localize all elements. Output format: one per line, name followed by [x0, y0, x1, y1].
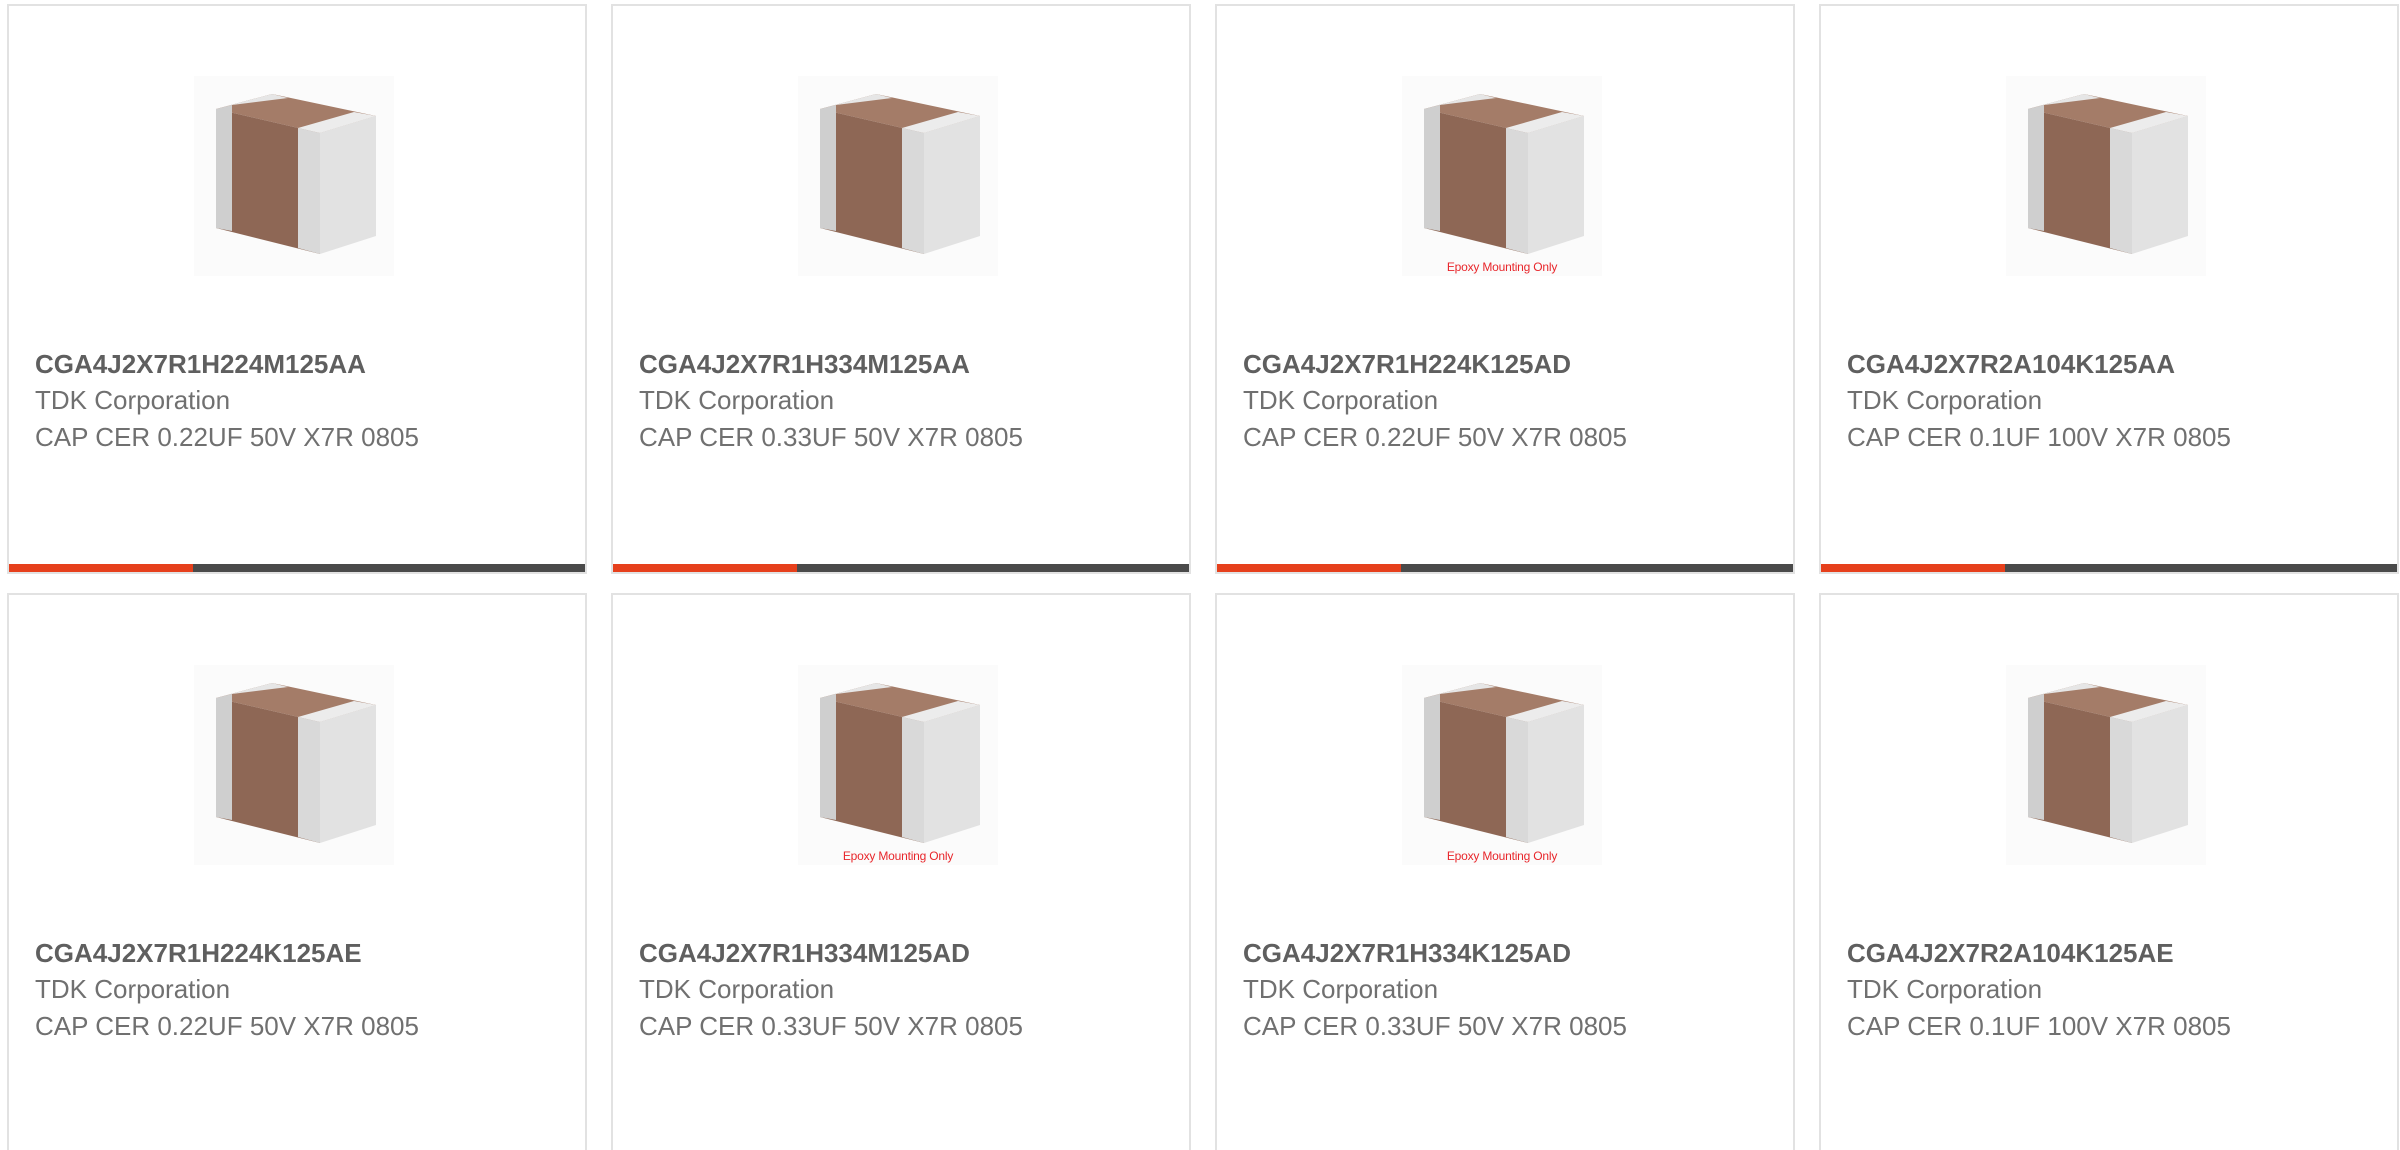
- capacitor-chip-icon: [216, 94, 376, 254]
- capacitor-chip-image[interactable]: Epoxy Mounting Only: [1402, 665, 1602, 865]
- capacitor-chip-image[interactable]: [798, 76, 998, 276]
- part-number-link[interactable]: CGA4J2X7R1H334M125AD: [639, 935, 1179, 971]
- capacitor-chip-icon: [820, 683, 980, 843]
- product-card[interactable]: CGA4J2X7R1H334M125AA TDK Corporation CAP…: [611, 4, 1191, 574]
- description: CAP CER 0.22UF 50V X7R 0805: [35, 422, 419, 452]
- product-card[interactable]: CGA4J2X7R2A104K125AA TDK Corporation CAP…: [1819, 4, 2399, 574]
- capacitor-chip-icon: [2028, 94, 2188, 254]
- part-number-link[interactable]: CGA4J2X7R1H224K125AD: [1243, 346, 1783, 382]
- capacitor-chip-image[interactable]: [2006, 76, 2206, 276]
- manufacturer: TDK Corporation: [1243, 385, 1439, 415]
- progress-bar: [1821, 564, 2397, 572]
- capacitor-chip-icon: [820, 94, 980, 254]
- capacitor-chip-icon: [2028, 683, 2188, 843]
- manufacturer: TDK Corporation: [639, 974, 835, 1004]
- capacitor-chip-icon: [1424, 683, 1584, 843]
- capacitor-chip-image[interactable]: [194, 665, 394, 865]
- progress-fill: [613, 564, 798, 572]
- manufacturer: TDK Corporation: [35, 974, 231, 1004]
- description: CAP CER 0.33UF 50V X7R 0805: [1243, 1011, 1627, 1041]
- manufacturer: TDK Corporation: [1847, 974, 2043, 1004]
- capacitor-chip-icon: [216, 683, 376, 843]
- image-caption: Epoxy Mounting Only: [1446, 260, 1558, 274]
- manufacturer: TDK Corporation: [1847, 385, 2043, 415]
- product-card[interactable]: CGA4J2X7R1H224M125AA TDK Corporation CAP…: [7, 4, 587, 574]
- progress-bar: [613, 564, 1189, 572]
- part-number-link[interactable]: CGA4J2X7R2A104K125AA: [1847, 346, 2387, 382]
- product-card[interactable]: Epoxy Mounting Only CGA4J2X7R1H224K125AD…: [1215, 4, 1795, 574]
- part-number-link[interactable]: CGA4J2X7R2A104K125AE: [1847, 935, 2387, 971]
- capacitor-chip-icon: [1424, 94, 1584, 254]
- description: CAP CER 0.33UF 50V X7R 0805: [639, 1011, 1023, 1041]
- manufacturer: TDK Corporation: [35, 385, 231, 415]
- progress-fill: [1821, 564, 2006, 572]
- capacitor-chip-image[interactable]: Epoxy Mounting Only: [798, 665, 998, 865]
- product-card[interactable]: CGA4J2X7R2A104K125AE TDK Corporation CAP…: [1819, 593, 2399, 1150]
- capacitor-chip-image[interactable]: [2006, 665, 2206, 865]
- description: CAP CER 0.33UF 50V X7R 0805: [639, 422, 1023, 452]
- manufacturer: TDK Corporation: [1243, 974, 1439, 1004]
- progress-bar: [1217, 564, 1793, 572]
- product-card[interactable]: Epoxy Mounting Only CGA4J2X7R1H334M125AD…: [611, 593, 1191, 1150]
- part-number-link[interactable]: CGA4J2X7R1H224K125AE: [35, 935, 575, 971]
- description: CAP CER 0.22UF 50V X7R 0805: [1243, 422, 1627, 452]
- part-number-link[interactable]: CGA4J2X7R1H224M125AA: [35, 346, 575, 382]
- capacitor-chip-image[interactable]: [194, 76, 394, 276]
- description: CAP CER 0.1UF 100V X7R 0805: [1847, 1011, 2231, 1041]
- manufacturer: TDK Corporation: [639, 385, 835, 415]
- part-number-link[interactable]: CGA4J2X7R1H334K125AD: [1243, 935, 1783, 971]
- progress-fill: [9, 564, 194, 572]
- description: CAP CER 0.22UF 50V X7R 0805: [35, 1011, 419, 1041]
- description: CAP CER 0.1UF 100V X7R 0805: [1847, 422, 2231, 452]
- product-grid: CGA4J2X7R1H224M125AA TDK Corporation CAP…: [0, 0, 2400, 1150]
- capacitor-chip-image[interactable]: Epoxy Mounting Only: [1402, 76, 1602, 276]
- image-caption: Epoxy Mounting Only: [842, 849, 954, 863]
- progress-fill: [1217, 564, 1402, 572]
- progress-bar: [9, 564, 585, 572]
- part-number-link[interactable]: CGA4J2X7R1H334M125AA: [639, 346, 1179, 382]
- product-card[interactable]: CGA4J2X7R1H224K125AE TDK Corporation CAP…: [7, 593, 587, 1150]
- product-card[interactable]: Epoxy Mounting Only CGA4J2X7R1H334K125AD…: [1215, 593, 1795, 1150]
- image-caption: Epoxy Mounting Only: [1446, 849, 1558, 863]
